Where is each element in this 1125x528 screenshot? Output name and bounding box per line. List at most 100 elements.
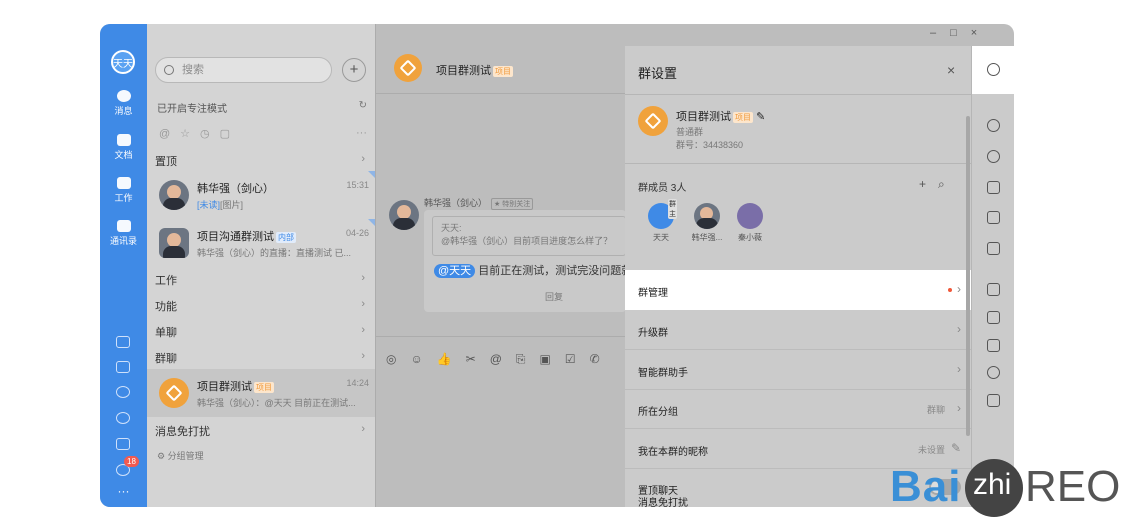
list-item[interactable]: 项目沟通群测试 内部 04-26 韩华强（剑心）的直播：直播测试 已... xyxy=(147,219,375,267)
folder-icon[interactable] xyxy=(987,181,1000,194)
search-input[interactable]: 搜索 xyxy=(155,57,332,83)
red-dot xyxy=(948,288,952,292)
rail-item-docs[interactable]: 文档 xyxy=(100,134,147,161)
conversation-time: 04-26 xyxy=(345,228,369,238)
section-single-chat[interactable]: 单聊 › xyxy=(155,324,367,340)
task-icon[interactable] xyxy=(987,283,1000,296)
focus-mode-row[interactable]: 已开启专注模式 ↻ xyxy=(157,100,367,115)
add-user-icon[interactable] xyxy=(987,119,1000,132)
add-button[interactable]: + xyxy=(342,58,366,82)
file-icon[interactable]: ▢ xyxy=(220,128,240,140)
message-sender: 韩华强（剑心） ★ 特别关注 xyxy=(424,196,534,210)
more-circle-icon xyxy=(987,63,1000,76)
minimize-icon[interactable]: – xyxy=(930,27,950,39)
phone-icon[interactable] xyxy=(116,412,130,424)
close-icon[interactable]: × xyxy=(971,27,991,39)
rail-item-label: 消息 xyxy=(114,106,133,116)
section-dnd[interactable]: 消息免打扰 › xyxy=(155,423,367,439)
row-smart-assistant[interactable]: 智能群助手 › xyxy=(625,350,971,390)
chat-icon xyxy=(116,90,131,102)
chevron-right-icon: › xyxy=(361,153,365,165)
todo-icon[interactable] xyxy=(116,361,130,373)
conversation-list: 搜索 + 已开启专注模式 ↻ @☆◷▢ ··· 置顶 › 韩华强（剑心） 15:3… xyxy=(147,24,375,507)
divider xyxy=(376,336,626,337)
refresh-icon[interactable]: ↻ xyxy=(359,100,367,111)
rail-item-messages[interactable]: 消息 xyxy=(100,90,147,117)
divider xyxy=(625,94,971,95)
star-icon[interactable]: ☆ xyxy=(180,128,200,140)
at-icon[interactable]: @ xyxy=(159,128,180,140)
members-icon[interactable] xyxy=(987,366,1000,379)
group-id: 群号：34438360 xyxy=(676,140,744,150)
clock-icon[interactable]: ◷ xyxy=(200,128,220,140)
notification-badge: 18 xyxy=(124,456,139,467)
section-function[interactable]: 功能 › xyxy=(155,298,367,314)
mail-icon[interactable] xyxy=(116,438,130,450)
search-icon[interactable]: ⌕ xyxy=(938,177,957,191)
edit-icon[interactable]: ✎ xyxy=(756,111,765,123)
group-icon xyxy=(159,378,189,408)
group-name: 项目群测试 项目 ✎ xyxy=(676,111,766,123)
nav-rail: 天天 消息 文档 工作 通讯录 18 ··· xyxy=(100,24,147,507)
watermark-right: REO xyxy=(1025,462,1121,511)
app-window: 天天 消息 文档 工作 通讯录 18 ··· 搜索 + 已开启专注模式 ↻ @☆… xyxy=(100,24,1014,507)
conversation-time: 14:24 xyxy=(346,378,369,388)
add-member-icon[interactable]: + xyxy=(919,177,938,191)
calendar-icon[interactable] xyxy=(116,336,130,348)
more-icon[interactable]: ··· xyxy=(356,127,367,139)
avatar xyxy=(694,203,720,229)
members-actions: +⌕ xyxy=(919,177,957,192)
filter-icons: @☆◷▢ ··· xyxy=(159,127,367,140)
user-avatar[interactable]: 天天 xyxy=(111,50,135,74)
layers-icon[interactable] xyxy=(987,339,1000,352)
row-group-folder[interactable]: 所在分组 群聊 › xyxy=(625,389,971,429)
panel-title: 群设置 xyxy=(638,66,678,81)
settings-tab[interactable] xyxy=(972,46,1014,94)
member-item[interactable]: 韩华强... xyxy=(687,203,727,243)
row-group-manage[interactable]: 群管理 › xyxy=(625,270,971,310)
conversation-time: 15:31 xyxy=(346,180,369,190)
section-pinned[interactable]: 置顶 › xyxy=(155,153,367,169)
live-icon[interactable] xyxy=(987,242,1000,255)
group-type: 普通群 xyxy=(676,127,704,137)
sender-avatar[interactable] xyxy=(389,200,419,230)
conversation-name: 项目群测试 项目 xyxy=(197,381,274,393)
right-toolbar xyxy=(971,46,1014,507)
row-upgrade[interactable]: 升级群 › xyxy=(625,310,971,350)
section-work[interactable]: 工作 › xyxy=(155,272,367,288)
chat-header: 项目群测试 项目 xyxy=(376,24,626,94)
chevron-right-icon: › xyxy=(957,401,961,415)
announcement-icon[interactable] xyxy=(987,211,1000,224)
avatar xyxy=(159,180,189,210)
rail-item-contacts[interactable]: 通讯录 xyxy=(100,220,147,247)
conversation-name: 韩华强（剑心） xyxy=(197,183,274,195)
maximize-icon[interactable]: □ xyxy=(950,27,971,39)
rail-item-work[interactable]: 工作 xyxy=(100,177,147,204)
section-group-chat[interactable]: 群聊 › xyxy=(155,350,367,366)
avatar xyxy=(737,203,763,229)
close-icon[interactable]: × xyxy=(947,62,955,78)
watermark-mid: zhi xyxy=(973,468,1012,501)
edit-icon[interactable]: ✎ xyxy=(951,441,961,455)
input-toolbar[interactable]: ◎☺👍✂@⎘▣☑✆ xyxy=(386,352,626,367)
group-manage-link[interactable]: ⚙ 分组管理 xyxy=(157,449,204,462)
scrollbar[interactable] xyxy=(966,116,970,436)
group-icon xyxy=(394,54,422,82)
message-text: @天天 目前正在测试，测试完没问题就能 xyxy=(434,262,643,278)
list-item-selected[interactable]: 项目群测试 项目 14:24 韩华强（剑心）：@天天 目前正在测试... xyxy=(147,369,375,417)
note-icon[interactable] xyxy=(987,311,1000,324)
box-icon[interactable] xyxy=(987,394,1000,407)
divider xyxy=(625,163,971,164)
history-icon[interactable] xyxy=(987,150,1000,163)
chevron-right-icon: › xyxy=(957,322,961,336)
more-icon[interactable]: ··· xyxy=(100,485,147,497)
group-settings-panel: 群设置 × 项目群测试 项目 ✎ 普通群 群号：34438360 群成员 3人 +… xyxy=(625,46,971,507)
members-label: 群成员 3人 xyxy=(638,183,687,194)
member-item[interactable]: 群主 天天 xyxy=(641,199,681,243)
message-bubble[interactable]: 天天: @韩华强（剑心）目前项目进度怎么样了？ @天天 目前正在测试，测试完没问题… xyxy=(424,210,643,312)
avatar: 群主 xyxy=(648,199,677,229)
flash-icon[interactable] xyxy=(116,386,130,398)
chevron-right-icon: › xyxy=(957,362,961,376)
list-item[interactable]: 韩华强（剑心） 15:31 [未读][图片] xyxy=(147,171,375,219)
member-item[interactable]: 秦小薇 xyxy=(730,203,770,243)
